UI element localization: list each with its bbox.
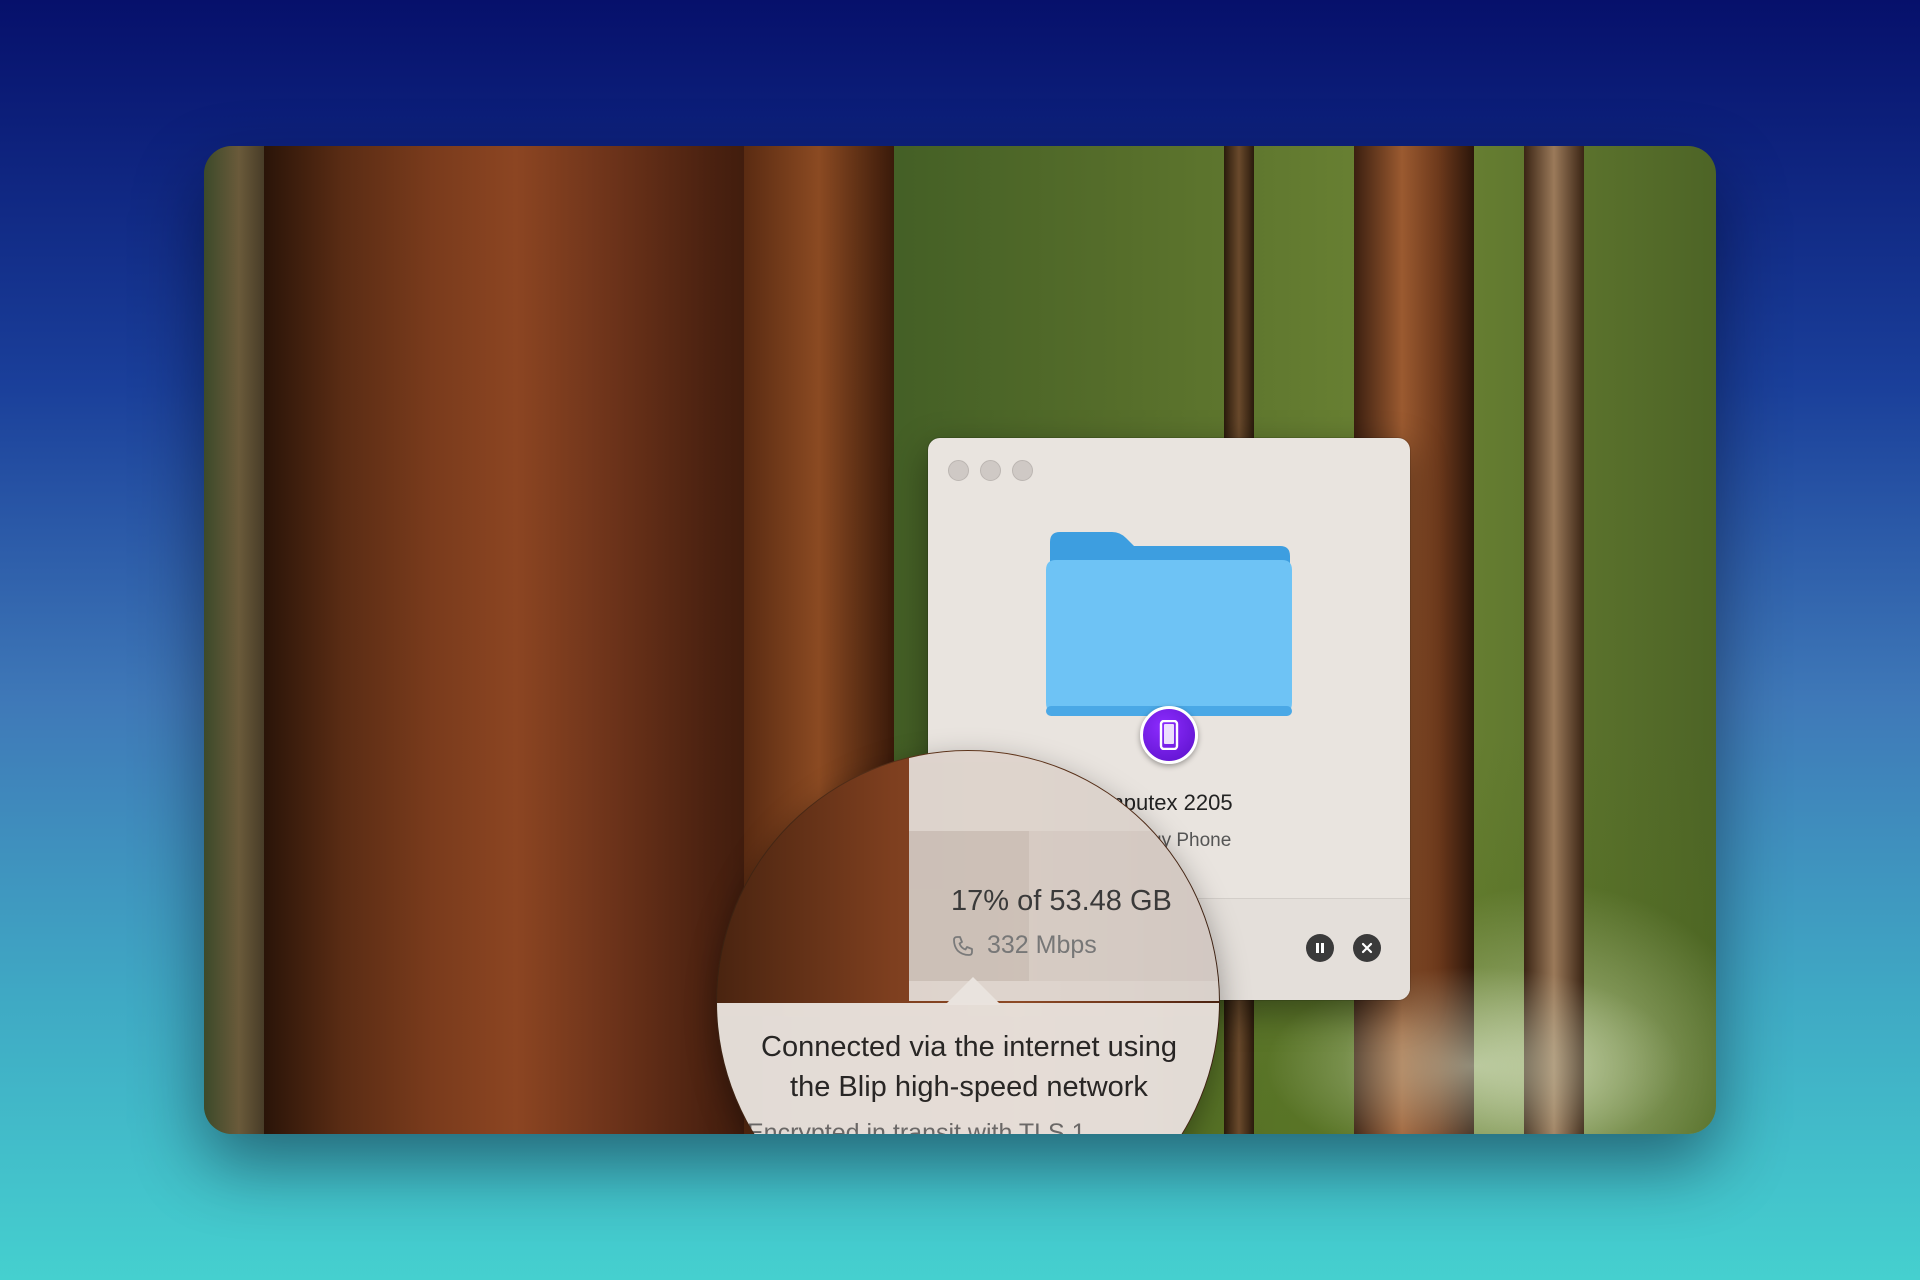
pause-button[interactable]: [1306, 934, 1334, 962]
close-icon: [1361, 942, 1373, 954]
pause-icon: [1316, 943, 1324, 953]
lock-icon: [723, 1125, 735, 1134]
close-window-button[interactable]: [948, 460, 969, 481]
desktop-wallpaper: mputex 2205 Pnghuy Phone 17% of 53.48 GB: [204, 146, 1716, 1134]
magnified-window: [909, 751, 1219, 1001]
encryption-text: Encrypted in transit with TLS 1.: [747, 1119, 1093, 1134]
transfer-speed[interactable]: 332 Mbps: [951, 931, 1097, 960]
tooltip-line-2: the Blip high-speed network: [790, 1071, 1148, 1103]
encryption-note: Encrypted in transit with TLS 1.: [723, 1119, 1093, 1134]
phone-icon: [953, 935, 973, 956]
cancel-button[interactable]: [1353, 934, 1381, 962]
progress-text: 17% of 53.48 GB: [951, 885, 1172, 917]
tooltip-arrow: [945, 977, 1001, 1005]
connection-tooltip: Connected via the internet using the Bli…: [717, 1003, 1219, 1134]
phone-icon: [1159, 720, 1179, 750]
speed-label: 332 Mbps: [987, 931, 1097, 959]
tooltip-line-1: Connected via the internet using: [761, 1031, 1177, 1063]
minimize-window-button[interactable]: [980, 460, 1001, 481]
folder-icon: [1046, 532, 1292, 716]
window-controls: [948, 460, 1033, 481]
zoom-window-button[interactable]: [1012, 460, 1033, 481]
